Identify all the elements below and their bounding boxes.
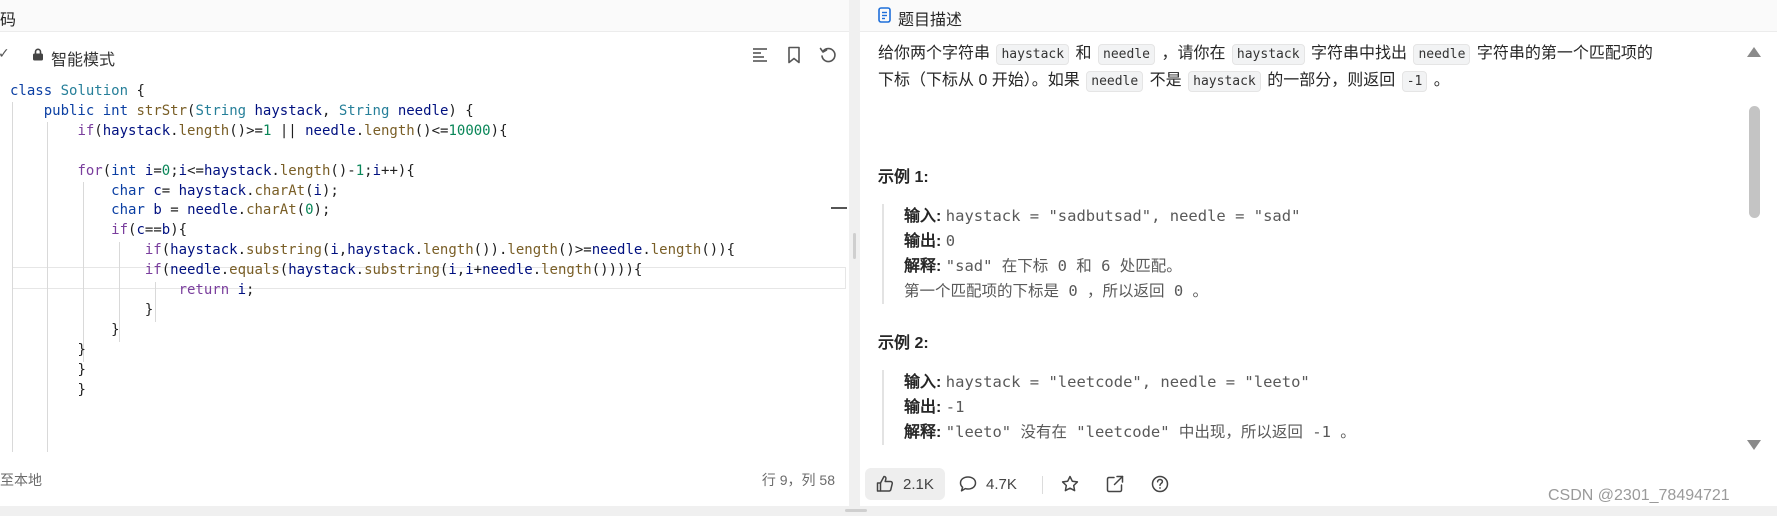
output-label: 输出:: [904, 233, 942, 250]
example-1-title: 示例 1:: [878, 169, 929, 186]
description-line-1: 给你两个字符串 haystack 和 needle ，请你在 haystack …: [878, 40, 1728, 67]
desc-text: 。: [1433, 72, 1450, 89]
inline-code: haystack: [1231, 44, 1305, 65]
scrollbar-thumb[interactable]: [1749, 106, 1760, 218]
inline-code: needle: [1098, 44, 1155, 65]
example-1-explain: 解释: "sad" 在下标 0 和 6 处匹配。: [904, 254, 1702, 279]
example-2-title: 示例 2:: [878, 335, 929, 352]
help-icon: [1151, 475, 1169, 493]
panel-resize-handle[interactable]: [853, 233, 856, 259]
check-icon[interactable]: ✓: [0, 45, 10, 62]
share-button[interactable]: [1105, 468, 1125, 500]
example-2-output: 输出: -1: [904, 395, 1702, 420]
like-count: 2.1K: [903, 475, 934, 493]
desc-text: 不是: [1149, 72, 1182, 89]
explain-value: "leeto" 没有在 "leetcode" 中出现，所以返回 -1 。: [945, 423, 1356, 441]
watermark: CSDN @2301_78494721: [1548, 487, 1730, 504]
cursor-position: 行 9，列 58: [761, 472, 835, 488]
explain-label: 解释:: [904, 258, 942, 275]
explain-value: "sad" 在下标 0 和 6 处匹配。: [945, 257, 1182, 275]
problem-description: 给你两个字符串 haystack 和 needle ，请你在 haystack …: [878, 40, 1728, 94]
output-value: -1: [945, 398, 965, 416]
example-2-block: 输入: haystack = "leetcode", needle = "lee…: [882, 370, 1702, 445]
example-2-explain: 解释: "leeto" 没有在 "leetcode" 中出现，所以返回 -1 。: [904, 420, 1702, 445]
output-label: 输出:: [904, 399, 942, 416]
code-line: if(haystack.length()>=1 || needle.length…: [77, 122, 508, 139]
explain-value: 第一个匹配项的下标是 0 ，所以返回 0 。: [904, 282, 1208, 300]
desc-text: 给你两个字符串: [878, 45, 991, 62]
inline-code: haystack: [1188, 71, 1261, 92]
comment-button[interactable]: 4.7K: [958, 468, 1017, 500]
output-value: 0: [945, 232, 956, 250]
problem-tab-bar: 题目描述: [860, 0, 1777, 32]
like-button[interactable]: 2.1K: [865, 468, 945, 500]
example-1-output: 输出: 0: [904, 229, 1702, 254]
comment-count: 4.7K: [986, 475, 1017, 493]
explain-label: 解释:: [904, 424, 942, 441]
thumbs-up-icon: [876, 475, 894, 492]
lock-icon: [33, 48, 43, 61]
desc-text: 的一部分，则返回: [1267, 72, 1396, 89]
example-1-explain-2: 第一个匹配项的下标是 0 ，所以返回 0 。: [904, 279, 1702, 304]
input-label: 输入:: [904, 208, 942, 225]
example-1-block: 输入: haystack = "sadbutsad", needle = "sa…: [882, 204, 1702, 304]
editor-title-bar: 码: [0, 0, 849, 32]
description-line-2: 下标（下标从 0 开始）。如果 needle 不是 haystack 的一部分，…: [878, 67, 1728, 94]
share-external-icon: [1106, 475, 1124, 493]
tab-problem-description[interactable]: 题目描述: [898, 6, 962, 30]
inline-code: needle: [1413, 44, 1471, 65]
input-value: haystack = "sadbutsad", needle = "sad": [945, 207, 1301, 225]
star-icon: [1061, 475, 1079, 492]
scroll-down-arrow[interactable]: [1747, 440, 1761, 450]
fold-marker[interactable]: [831, 207, 847, 209]
input-value: haystack = "leetcode", needle = "leeto": [945, 373, 1310, 391]
document-icon: [878, 7, 891, 23]
inline-code: haystack: [996, 44, 1070, 65]
smart-mode-label[interactable]: 智能模式: [51, 46, 115, 70]
bottom-resize-handle[interactable]: [845, 509, 867, 512]
editor-status-bar: 至本地 行 9，列 58: [0, 470, 849, 494]
comment-icon: [959, 476, 977, 492]
inline-code: needle: [1086, 71, 1144, 92]
desc-text: 和: [1075, 45, 1092, 62]
editor-toolbar: ✓ 智能模式: [0, 40, 849, 70]
example-2-input: 输入: haystack = "leetcode", needle = "lee…: [904, 370, 1702, 395]
scroll-up-arrow[interactable]: [1747, 47, 1761, 57]
example-1-input: 输入: haystack = "sadbutsad", needle = "sa…: [904, 204, 1702, 229]
code-line: }: [77, 381, 86, 398]
bookmark-icon[interactable]: [784, 45, 804, 65]
problem-panel: 题目描述 给你两个字符串 haystack 和 needle ，请你在 hays…: [860, 0, 1777, 506]
desc-text: ，请你在: [1161, 45, 1226, 62]
desc-text: 下标（下标从 0 开始）。如果: [878, 72, 1080, 89]
code-editor-panel: 码 ✓ 智能模式 class Solution { public int str…: [0, 0, 849, 506]
code-editor[interactable]: class Solution { public int strStr(Strin…: [0, 80, 849, 452]
format-icon[interactable]: [750, 45, 770, 65]
editor-title: 码: [0, 12, 17, 29]
desc-text: 字符串的第一个匹配项的: [1476, 45, 1653, 62]
favorite-button[interactable]: [1060, 468, 1080, 500]
inline-code: -1: [1401, 71, 1428, 92]
save-local-label[interactable]: 至本地: [0, 470, 42, 490]
divider: [1042, 476, 1043, 494]
help-button[interactable]: [1150, 468, 1170, 500]
input-label: 输入:: [904, 374, 942, 391]
desc-text: 字符串中找出: [1310, 45, 1407, 62]
reset-icon[interactable]: [818, 45, 838, 65]
